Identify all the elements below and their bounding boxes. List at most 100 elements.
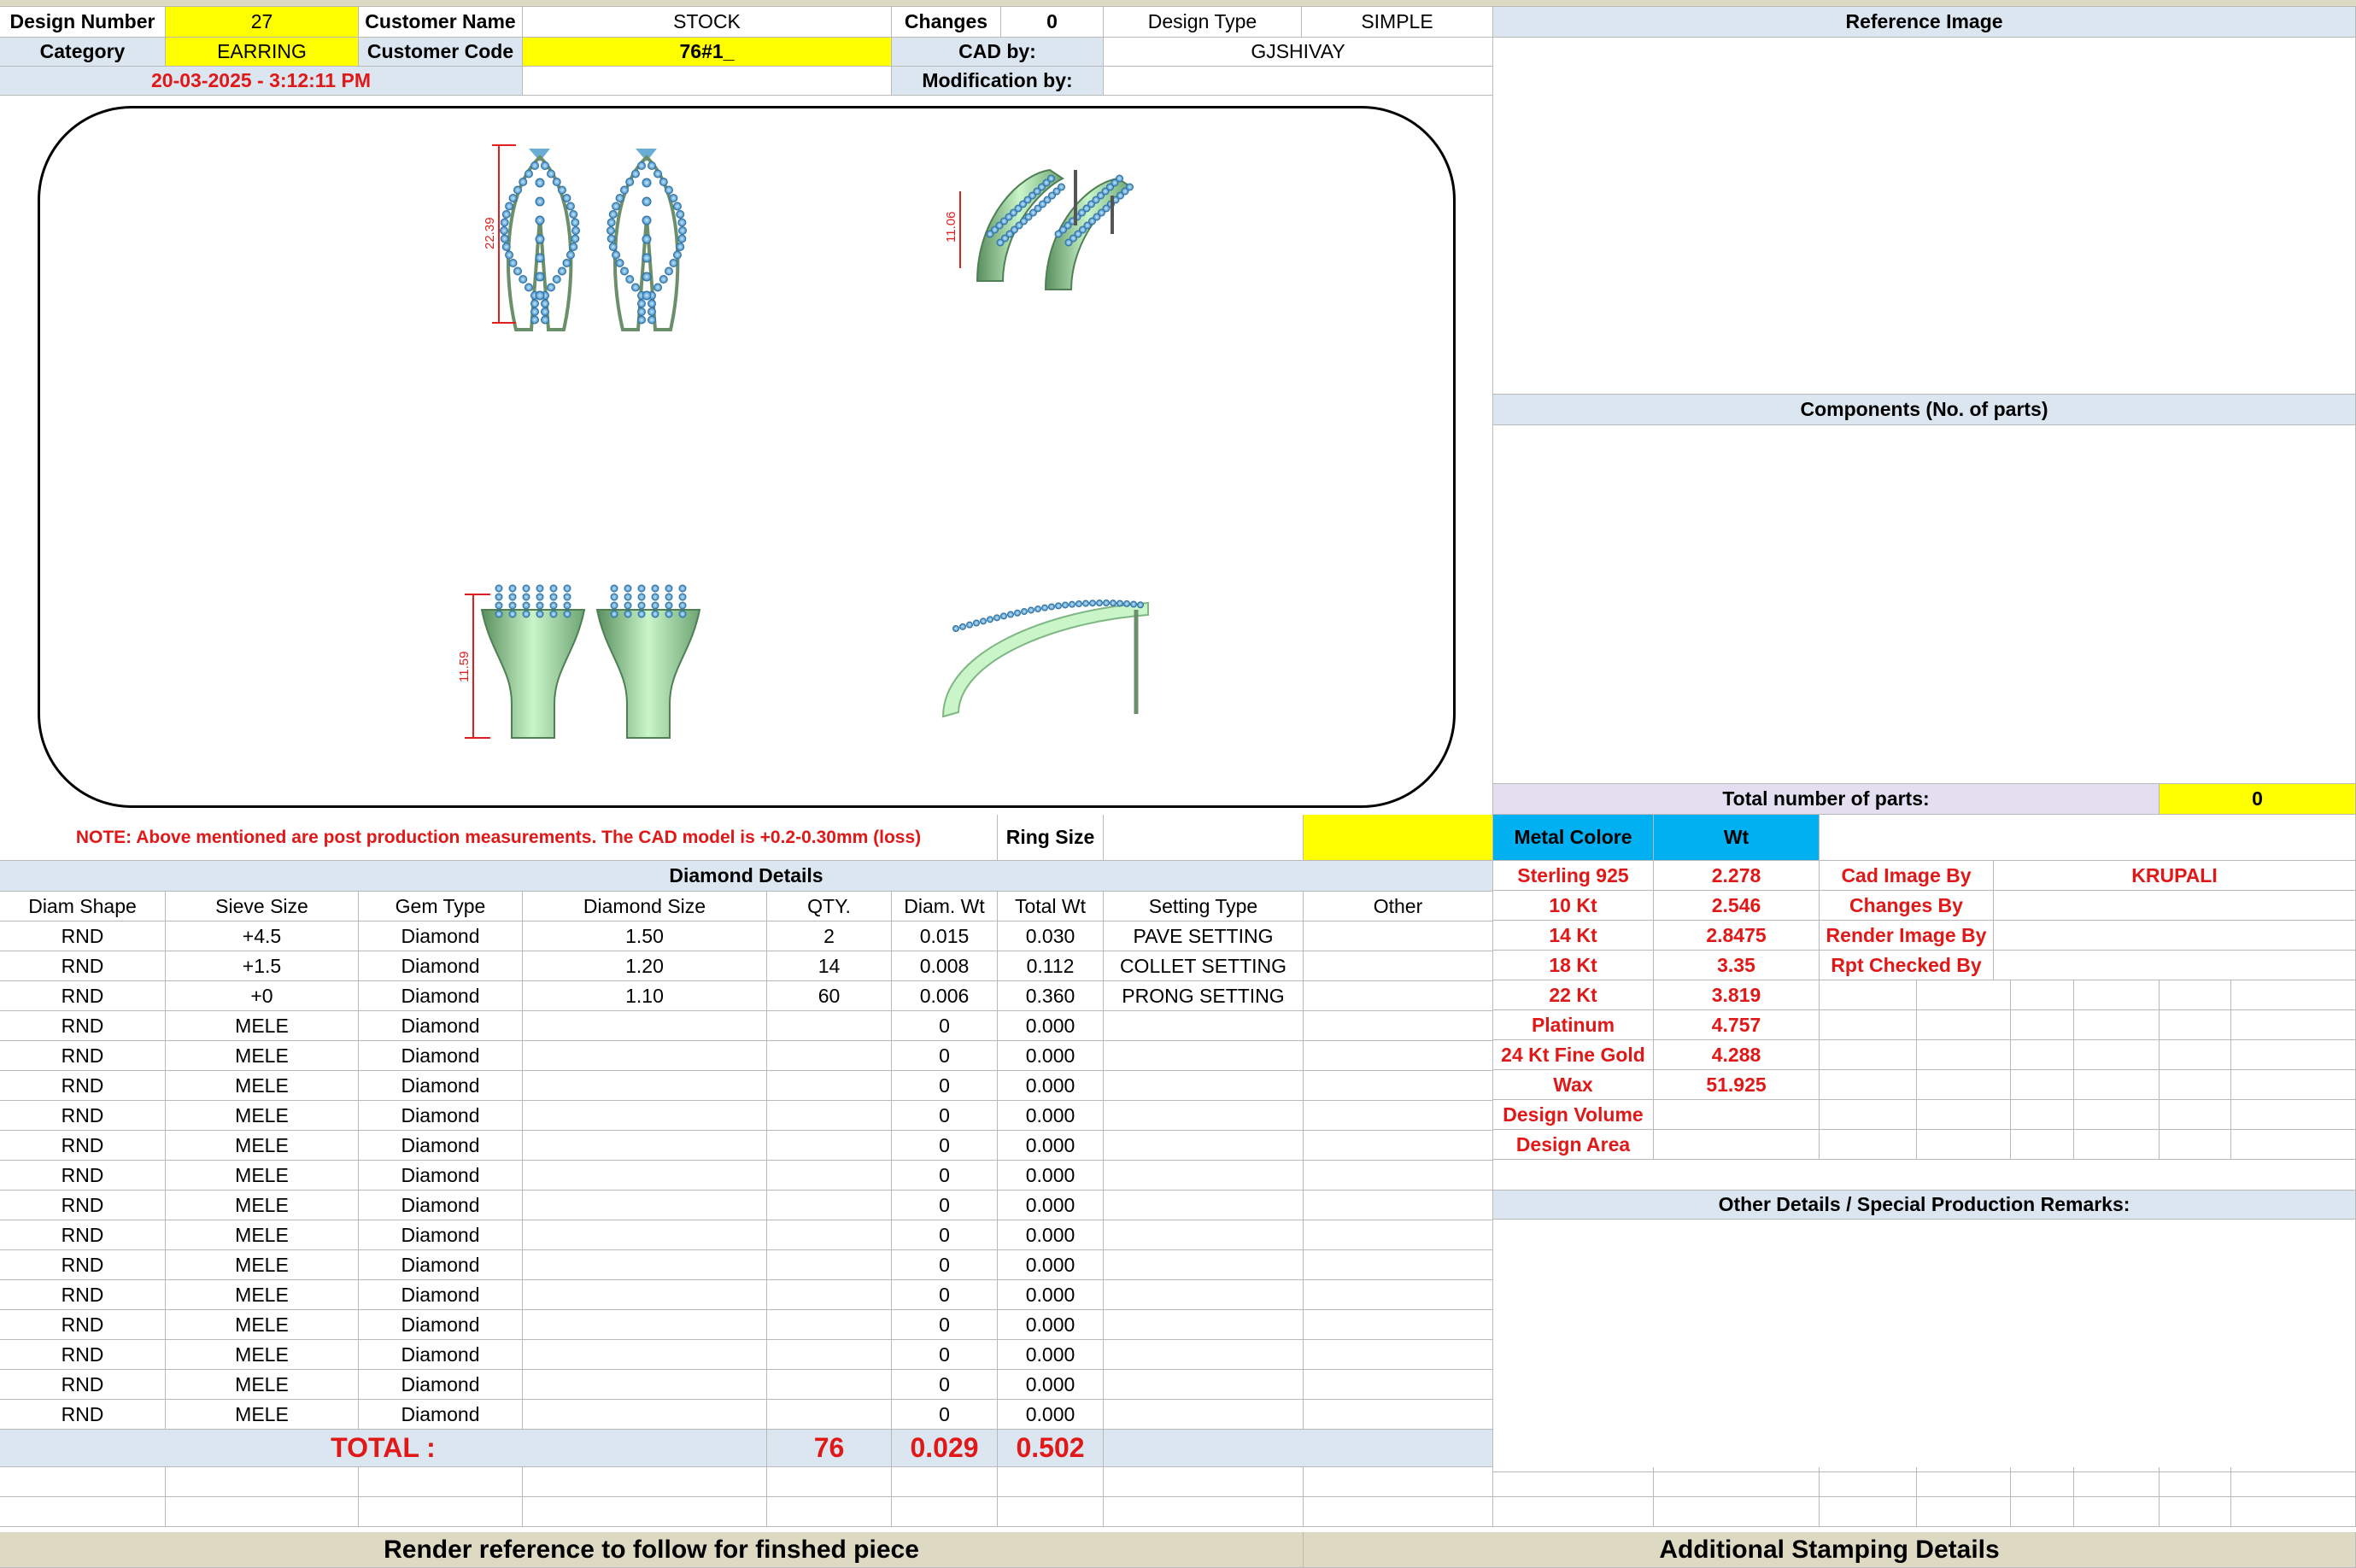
blank-cell[interactable] bbox=[1304, 1497, 1493, 1527]
table-cell[interactable]: MELE bbox=[166, 1310, 359, 1340]
table-cell[interactable]: MELE bbox=[166, 1400, 359, 1430]
metal-weight[interactable] bbox=[1654, 1100, 1820, 1130]
table-cell[interactable] bbox=[523, 1310, 767, 1340]
blank-cell[interactable] bbox=[2074, 1497, 2160, 1527]
table-cell[interactable]: 0.000 bbox=[998, 1011, 1104, 1041]
blank-cell[interactable] bbox=[1493, 1497, 1654, 1527]
table-cell[interactable] bbox=[1104, 1370, 1304, 1400]
metal-weight[interactable] bbox=[1654, 1130, 1820, 1160]
blank-cell[interactable] bbox=[2231, 1040, 2356, 1070]
table-cell[interactable]: 0.000 bbox=[998, 1161, 1104, 1191]
table-cell[interactable] bbox=[1304, 1310, 1493, 1340]
table-cell[interactable]: RND bbox=[0, 1340, 166, 1370]
credit-value[interactable]: KRUPALI bbox=[1994, 861, 2356, 891]
table-cell[interactable] bbox=[1304, 921, 1493, 951]
table-cell[interactable] bbox=[1304, 1161, 1493, 1191]
table-cell[interactable] bbox=[767, 1250, 892, 1280]
table-cell[interactable] bbox=[1304, 1191, 1493, 1220]
table-cell[interactable]: 0 bbox=[892, 1370, 998, 1400]
other-details-area[interactable] bbox=[1493, 1220, 2356, 1472]
blank-cell[interactable] bbox=[1104, 1467, 1304, 1497]
blank-cell[interactable] bbox=[2160, 1070, 2231, 1100]
table-cell[interactable]: Diamond bbox=[359, 1071, 523, 1101]
blank-cell[interactable] bbox=[166, 1467, 359, 1497]
blank-cell[interactable] bbox=[767, 1467, 892, 1497]
table-cell[interactable]: 0.000 bbox=[998, 1340, 1104, 1370]
blank-cell[interactable] bbox=[2160, 980, 2231, 1010]
table-cell[interactable] bbox=[767, 1220, 892, 1250]
blank-cell[interactable] bbox=[2011, 1497, 2074, 1527]
table-cell[interactable] bbox=[767, 1041, 892, 1071]
design-number-value[interactable]: 27 bbox=[166, 7, 359, 38]
table-cell[interactable]: Diamond bbox=[359, 1101, 523, 1131]
table-cell[interactable] bbox=[1104, 1011, 1304, 1041]
blank-cell[interactable] bbox=[2231, 1497, 2356, 1527]
table-cell[interactable] bbox=[1104, 1131, 1304, 1161]
blank-cell[interactable] bbox=[2074, 1070, 2160, 1100]
table-cell[interactable]: RND bbox=[0, 1280, 166, 1310]
blank-cell[interactable] bbox=[2011, 1040, 2074, 1070]
table-cell[interactable]: RND bbox=[0, 981, 166, 1011]
table-cell[interactable] bbox=[767, 1370, 892, 1400]
blank-cell[interactable] bbox=[2011, 1100, 2074, 1130]
blank-cell[interactable] bbox=[359, 1467, 523, 1497]
blank-cell[interactable] bbox=[1917, 1010, 2011, 1040]
table-cell[interactable] bbox=[1304, 1131, 1493, 1161]
table-cell[interactable]: 1.20 bbox=[523, 951, 767, 981]
table-cell[interactable]: Diamond bbox=[359, 921, 523, 951]
table-cell[interactable]: RND bbox=[0, 1011, 166, 1041]
table-cell[interactable]: RND bbox=[0, 951, 166, 981]
table-cell[interactable] bbox=[1104, 1041, 1304, 1071]
table-cell[interactable]: 0 bbox=[892, 1041, 998, 1071]
blank-cell[interactable] bbox=[2074, 1130, 2160, 1160]
table-cell[interactable]: 0 bbox=[892, 1011, 998, 1041]
table-cell[interactable]: Diamond bbox=[359, 1131, 523, 1161]
table-cell[interactable]: 0.006 bbox=[892, 981, 998, 1011]
ring-size-highlight[interactable] bbox=[1304, 815, 1493, 861]
table-cell[interactable] bbox=[1104, 1340, 1304, 1370]
table-cell[interactable] bbox=[1104, 1220, 1304, 1250]
table-cell[interactable]: 0.000 bbox=[998, 1220, 1104, 1250]
table-cell[interactable] bbox=[767, 1191, 892, 1220]
table-cell[interactable] bbox=[767, 1161, 892, 1191]
blank-cell[interactable] bbox=[998, 1467, 1104, 1497]
table-cell[interactable]: PRONG SETTING bbox=[1104, 981, 1304, 1011]
table-cell[interactable] bbox=[1304, 981, 1493, 1011]
table-cell[interactable]: 0.112 bbox=[998, 951, 1104, 981]
table-cell[interactable]: 0 bbox=[892, 1280, 998, 1310]
table-cell[interactable]: 1.50 bbox=[523, 921, 767, 951]
blank-cell[interactable] bbox=[892, 1497, 998, 1527]
table-cell[interactable]: 0.000 bbox=[998, 1041, 1104, 1071]
blank-cell[interactable] bbox=[1917, 1497, 2011, 1527]
table-cell[interactable]: 0 bbox=[892, 1191, 998, 1220]
table-cell[interactable] bbox=[1304, 1340, 1493, 1370]
changes-value[interactable]: 0 bbox=[1001, 7, 1104, 38]
table-cell[interactable]: 0.360 bbox=[998, 981, 1104, 1011]
table-cell[interactable]: Diamond bbox=[359, 1280, 523, 1310]
table-cell[interactable]: 0 bbox=[892, 1400, 998, 1430]
table-cell[interactable]: MELE bbox=[166, 1370, 359, 1400]
category-value[interactable]: EARRING bbox=[166, 38, 359, 67]
blank-cell[interactable] bbox=[1820, 1130, 1917, 1160]
table-cell[interactable] bbox=[1304, 1250, 1493, 1280]
blank-cell[interactable] bbox=[1820, 1497, 1917, 1527]
modification-value[interactable] bbox=[1104, 67, 1493, 96]
table-cell[interactable] bbox=[523, 1400, 767, 1430]
table-cell[interactable]: 0.000 bbox=[998, 1250, 1104, 1280]
table-cell[interactable] bbox=[767, 1400, 892, 1430]
table-cell[interactable]: MELE bbox=[166, 1161, 359, 1191]
table-cell[interactable] bbox=[1304, 1220, 1493, 1250]
blank-cell[interactable] bbox=[2074, 1040, 2160, 1070]
blank-cell[interactable] bbox=[2011, 980, 2074, 1010]
blank-cell[interactable] bbox=[1304, 1467, 1493, 1497]
table-cell[interactable] bbox=[767, 1071, 892, 1101]
table-cell[interactable]: 60 bbox=[767, 981, 892, 1011]
table-cell[interactable]: Diamond bbox=[359, 1220, 523, 1250]
table-cell[interactable] bbox=[1304, 1071, 1493, 1101]
table-cell[interactable]: 0.008 bbox=[892, 951, 998, 981]
blank-cell[interactable] bbox=[0, 1467, 166, 1497]
credit-value[interactable] bbox=[1994, 891, 2356, 921]
table-cell[interactable]: 0.000 bbox=[998, 1400, 1104, 1430]
metal-weight[interactable]: 2.8475 bbox=[1654, 921, 1820, 951]
blank-cell[interactable] bbox=[2160, 1040, 2231, 1070]
